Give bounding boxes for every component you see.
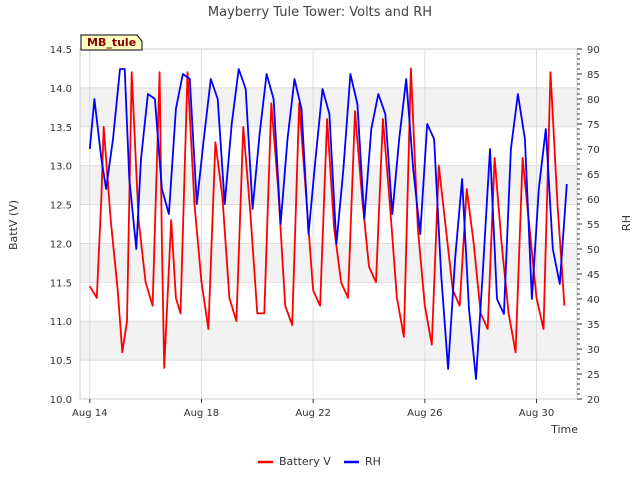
legend-label-rh: RH <box>365 455 381 468</box>
site-label: MB_tule <box>87 36 136 49</box>
y2-axis-label: RH <box>620 215 633 231</box>
left-axis: 10.0 10.5 11.0 11.5 12.0 12.5 13.0 13.5 14.0 14.5 <box>50 45 72 406</box>
y-axis-label: BattV (V) <box>7 200 20 250</box>
y2-tick-label: 55 <box>587 220 600 231</box>
plot-band <box>80 87 577 127</box>
y-tick-label: 10.0 <box>50 395 72 406</box>
legend-label-battery: Battery V <box>279 455 331 468</box>
x-tick-label: Aug 22 <box>295 408 330 419</box>
y-tick-label: 11.5 <box>50 278 72 289</box>
x-tick-label: Aug 14 <box>72 408 107 419</box>
y2-tick-label: 75 <box>587 120 600 131</box>
y2-tick-label: 25 <box>587 370 600 381</box>
x-tick-label: Aug 26 <box>407 408 442 419</box>
y2-tick-label: 70 <box>587 145 600 156</box>
y2-tick-label: 80 <box>587 95 600 106</box>
y-tick-label: 14.5 <box>50 45 72 56</box>
y2-tick-label: 90 <box>587 45 600 56</box>
y2-tick-label: 40 <box>587 295 600 306</box>
plot-band <box>80 321 577 361</box>
y-tick-label: 12.5 <box>50 201 72 212</box>
y-tick-label: 13.0 <box>50 162 72 173</box>
plot-band <box>80 165 577 205</box>
y-tick-label: 13.5 <box>50 123 72 134</box>
y-tick-label: 10.5 <box>50 356 72 367</box>
chart: 10.0 10.5 11.0 11.5 12.0 12.5 13.0 13.5 14.0 14.5… <box>7 5 633 468</box>
y2-tick-label: 20 <box>587 395 600 406</box>
y2-tick-label: 65 <box>587 170 600 181</box>
y2-tick-label: 85 <box>587 70 600 81</box>
legend: Battery V RH <box>258 455 381 468</box>
x-axis-label: Time <box>550 423 578 436</box>
y-tick-label: 14.0 <box>50 84 72 95</box>
chart-title: Mayberry Tule Tower: Volts and RH <box>208 5 432 20</box>
right-axis: 20 25 30 35 40 45 50 55 60 65 70 75 80 85 90 <box>577 45 600 406</box>
y2-tick-label: 45 <box>587 270 600 281</box>
y2-tick-label: 30 <box>587 345 600 356</box>
x-tick-label: Aug 30 <box>519 408 554 419</box>
x-tick-label: Aug 18 <box>184 408 219 419</box>
y2-tick-label: 50 <box>587 245 600 256</box>
x-axis: Aug 14 Aug 18 Aug 22 Aug 26 Aug 30 <box>72 399 554 419</box>
y-tick-label: 11.0 <box>50 317 72 328</box>
y2-tick-label: 35 <box>587 320 600 331</box>
y-tick-label: 12.0 <box>50 239 72 250</box>
y2-tick-label: 60 <box>587 195 600 206</box>
site-label-box: MB_tule <box>80 34 143 51</box>
